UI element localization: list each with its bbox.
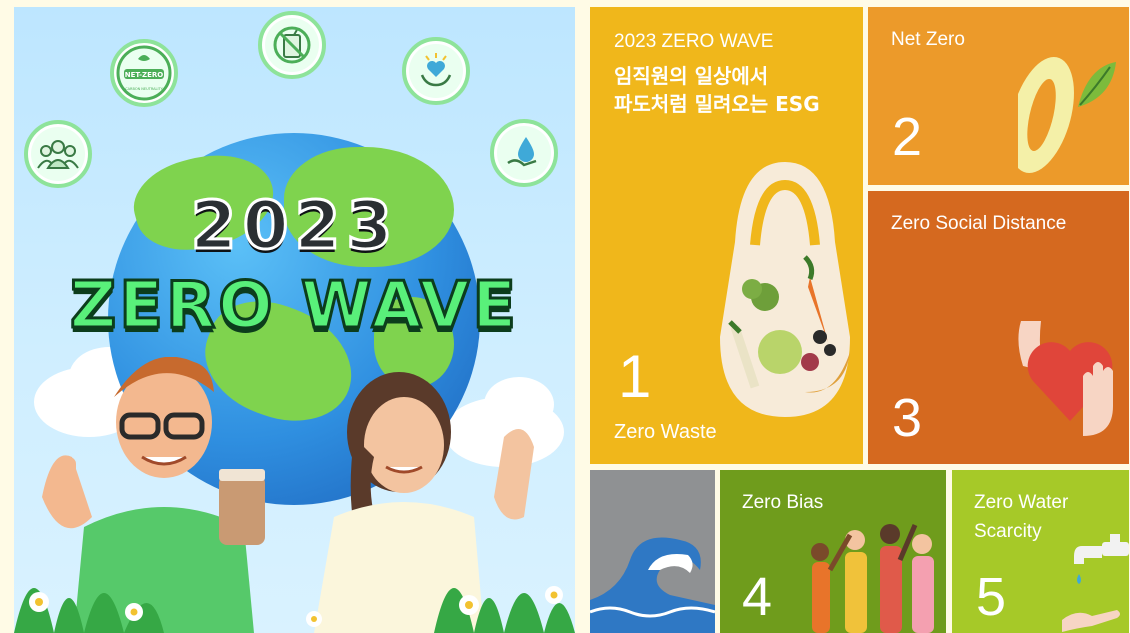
tile3-number: 3 [892,388,923,448]
tile-net-zero: Net Zero 2 [868,7,1129,185]
tile4-label: Zero Bias [742,492,824,513]
tile5-label-2: Scarcity [974,521,1042,542]
tile4-number: 4 [742,567,773,627]
tile1-header: 2023 ZERO WAVE [614,31,774,52]
tile2-number: 2 [892,107,923,167]
net-zero-badge-icon: NET-ZERO CARBON NEUTRALITY [110,39,178,107]
cup-ban-icon [258,11,326,79]
tile-wave [590,470,715,633]
tile5-number: 5 [976,567,1007,627]
poster-title: ZERO WAVE [68,268,520,345]
hand-heart-icon [1018,321,1113,436]
tile1-headline-2: 파도처럼 밀려오는 ESG [614,92,820,116]
people-icon [24,120,92,188]
hands-heart-icon [402,37,470,105]
tile-zero-waste: 2023 ZERO WAVE 임직원의 일상에서 파도처럼 밀려오는 ESG 1… [590,7,863,464]
water-drop-hand-icon [490,119,558,187]
tile-zero-bias: Zero Bias 4 [720,470,946,633]
tile3-label: Zero Social Distance [891,213,1067,234]
diverse-people-icon [811,524,934,633]
tile5-label-1: Zero Water [974,492,1069,513]
wave-icon [590,537,715,633]
zero-wave-poster: NET-ZERO CARBON NEUTRALITY 2023 ZERO WAVE [14,7,575,633]
shopping-bag-vegetables-icon [720,162,850,417]
tile1-number: 1 [618,343,652,410]
tile2-label: Net Zero [891,29,965,50]
net-zero-badge-subtext: CARBON NEUTRALITY [125,87,163,91]
tile-zero-water-scarcity: Zero Water Scarcity 5 [952,470,1129,633]
net-zero-badge-text: NET-ZERO [125,71,164,79]
faucet-icon [1062,534,1129,632]
zero-leaf-icon [1018,57,1116,173]
characters-illustration [14,357,575,633]
tile-zero-social-distance: Zero Social Distance 3 [868,191,1129,464]
tile1-headline-1: 임직원의 일상에서 [614,64,769,88]
tile1-label: Zero Waste [614,421,717,443]
poster-year: 2023 [189,186,399,266]
